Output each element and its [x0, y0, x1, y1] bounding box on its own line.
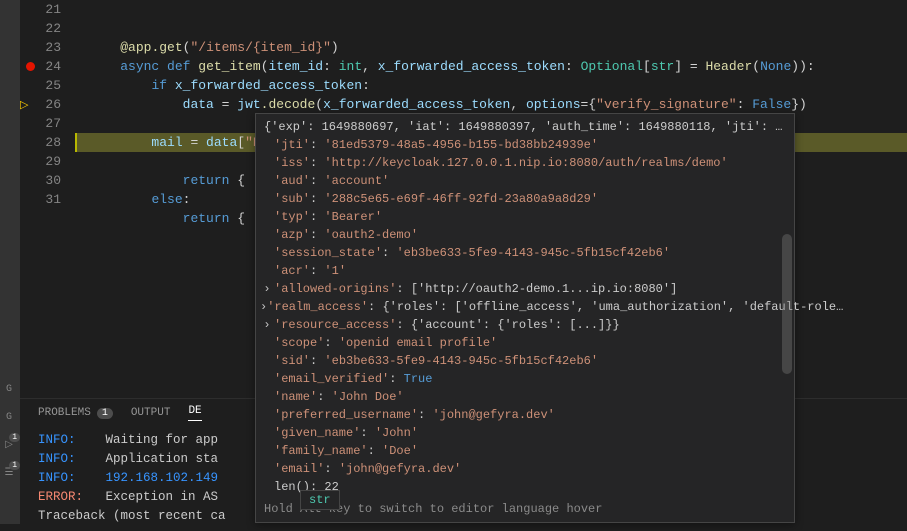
hover-row[interactable]: ›'allowed-origins': ['http://oauth2-demo… [256, 280, 786, 298]
hover-row[interactable]: 'sub': '288c5e65-e69f-46ff-92fd-23a80a9a… [256, 190, 786, 208]
tab-problems[interactable]: PROBLEMS 1 [38, 405, 113, 421]
activity-item[interactable]: G [0, 408, 18, 426]
hover-row[interactable]: 'typ': 'Bearer' [256, 208, 786, 226]
breakpoint-icon[interactable] [26, 62, 35, 71]
hover-row[interactable]: 'azp': 'oauth2-demo' [256, 226, 786, 244]
hover-row[interactable]: 'given_name': 'John' [256, 424, 786, 442]
hover-row[interactable]: 'sid': 'eb3be633-5fe9-4143-945c-5fb15cf4… [256, 352, 786, 370]
hover-row[interactable]: 'name': 'John Doe' [256, 388, 786, 406]
hover-header: {'exp': 1649880697, 'iat': 1649880397, '… [256, 118, 786, 136]
hover-row[interactable]: 'iss': 'http://keycloak.127.0.0.1.nip.io… [256, 154, 786, 172]
activity-bar: G G ▷1 ☰1 [0, 0, 20, 524]
tab-debug-console[interactable]: DE [188, 405, 201, 421]
chevron-right-icon[interactable]: › [260, 298, 267, 316]
chevron-right-icon[interactable]: › [260, 316, 274, 334]
activity-item[interactable]: ▷1 [0, 436, 18, 454]
activity-item[interactable]: G [0, 380, 18, 398]
hover-row[interactable]: 'family_name': 'Doe' [256, 442, 786, 460]
hover-row[interactable]: 'jti': '81ed5379-48a5-4956-b155-bd38bb24… [256, 136, 786, 154]
tab-output[interactable]: OUTPUT [131, 405, 171, 421]
hover-row[interactable]: 'preferred_username': 'john@gefyra.dev' [256, 406, 786, 424]
badge: 1 [9, 433, 20, 442]
hover-row[interactable]: 'acr': '1' [256, 262, 786, 280]
hover-row[interactable]: 'scope': 'openid email profile' [256, 334, 786, 352]
problems-count-badge: 1 [97, 408, 113, 419]
hover-row[interactable]: ›'realm_access': {'roles': ['offline_acc… [256, 298, 786, 316]
hover-row[interactable]: ›'resource_access': {'account': {'roles'… [256, 316, 786, 334]
debug-hover-popup[interactable]: {'exp': 1649880697, 'iat': 1649880397, '… [255, 113, 795, 523]
chevron-right-icon[interactable]: › [260, 280, 274, 298]
hover-row[interactable]: 'email': 'john@gefyra.dev' [256, 460, 786, 478]
hover-row[interactable]: 'email_verified': True [256, 370, 786, 388]
scrollbar[interactable] [782, 234, 792, 374]
hover-row[interactable]: 'aud': 'account' [256, 172, 786, 190]
badge: 1 [9, 461, 20, 470]
activity-item[interactable]: ☰1 [0, 464, 18, 482]
hover-row[interactable]: 'session_state': 'eb3be633-5fe9-4143-945… [256, 244, 786, 262]
type-tooltip: str [300, 490, 340, 510]
line-number-gutter: 21 22 23 24 25 ▷26 27 28 29 30 31 [20, 0, 75, 398]
